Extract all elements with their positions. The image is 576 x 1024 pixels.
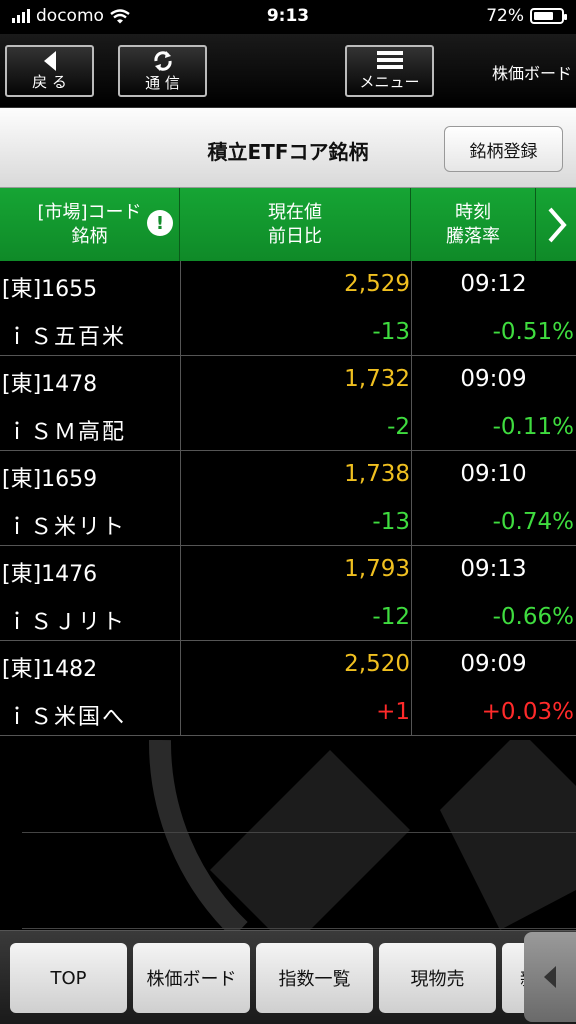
stock-change-rate: -0.74% xyxy=(492,509,574,535)
tab-index-list[interactable]: 指数一覧 xyxy=(256,943,373,1013)
tab-stock-board[interactable]: 株価ボード xyxy=(133,943,250,1013)
menu-button[interactable]: メニュー xyxy=(345,45,434,97)
stock-code: [東]1478 xyxy=(2,372,98,397)
bottom-toolbar: TOP 株価ボード 指数一覧 現物売 新 xyxy=(0,930,576,1024)
next-columns-button[interactable] xyxy=(537,188,576,261)
stock-name: ｉＳ米リト xyxy=(6,515,127,540)
table-row[interactable]: [東]1482 ｉＳ米国へ 2,520 +1 09:09 +0.03% xyxy=(0,641,576,736)
toolbar-toggle-button[interactable] xyxy=(524,932,576,1022)
top-nav: 戻 る 通 信 メニュー 株価ボード xyxy=(0,34,576,108)
back-button[interactable]: 戻 る xyxy=(5,45,94,97)
battery-icon xyxy=(530,8,567,24)
stock-name: ｉＳＪリト xyxy=(6,610,127,635)
refresh-icon xyxy=(153,50,172,71)
table-row[interactable]: [東]1655 ｉＳ五百米 2,529 -13 09:12 -0.51% xyxy=(0,261,576,356)
stock-price: 1,732 xyxy=(344,366,410,392)
column-code-label: [市場]コード xyxy=(37,201,142,223)
stock-time: 09:12 xyxy=(460,271,527,297)
column-price-label: 現在値 xyxy=(268,201,322,223)
stock-price: 1,793 xyxy=(344,556,410,582)
status-right: 72% xyxy=(486,6,567,26)
stock-price: 2,520 xyxy=(344,651,410,677)
back-arrow-icon xyxy=(43,50,56,71)
battery-percent: 72% xyxy=(486,6,524,26)
background-watermark xyxy=(0,740,576,930)
menu-label: メニュー xyxy=(359,72,420,91)
stock-name: ｉＳ米国へ xyxy=(6,705,127,730)
tab-top[interactable]: TOP xyxy=(10,943,127,1013)
stock-time: 09:09 xyxy=(460,366,527,392)
refresh-button[interactable]: 通 信 xyxy=(118,45,207,97)
stock-change-rate: -0.66% xyxy=(492,604,574,630)
chevron-left-icon xyxy=(544,966,556,988)
column-rate-label: 騰落率 xyxy=(446,225,500,247)
stock-change: +1 xyxy=(376,699,410,725)
stock-code: [東]1659 xyxy=(2,467,98,492)
stock-change-rate: -0.51% xyxy=(492,319,574,345)
stock-time: 09:10 xyxy=(460,461,527,487)
chevron-right-icon xyxy=(547,207,567,242)
stock-time: 09:09 xyxy=(460,651,527,677)
column-header: [市場]コード 銘柄 現在値 前日比 時刻 騰落率 xyxy=(0,188,576,261)
stock-code: [東]1476 xyxy=(2,562,98,587)
stock-change: -2 xyxy=(387,414,410,440)
stock-code: [東]1655 xyxy=(2,277,98,302)
column-change-label: 前日比 xyxy=(268,225,322,247)
stock-price: 2,529 xyxy=(344,271,410,297)
empty-row-divider xyxy=(22,928,576,929)
menu-icon xyxy=(376,50,403,69)
table-row[interactable]: [東]1476 ｉＳＪリト 1,793 -12 09:13 -0.66% xyxy=(0,546,576,641)
table-row[interactable]: [東]1659 ｉＳ米リト 1,738 -13 09:10 -0.74% xyxy=(0,451,576,546)
column-time-rate[interactable]: 時刻 騰落率 xyxy=(411,188,536,261)
refresh-label: 通 信 xyxy=(145,73,180,92)
column-time-label: 時刻 xyxy=(455,201,491,223)
status-bar: docomo 9:13 72% xyxy=(0,0,576,34)
empty-row-divider xyxy=(22,832,576,833)
tab-spot-sell[interactable]: 現物売 xyxy=(379,943,496,1013)
stock-change-rate: -0.11% xyxy=(492,414,574,440)
stock-change-rate: +0.03% xyxy=(481,699,574,725)
stock-code: [東]1482 xyxy=(2,657,98,682)
stock-name: ｉＳ五百米 xyxy=(6,325,127,350)
stock-price: 1,738 xyxy=(344,461,410,487)
screen-name: 株価ボード xyxy=(491,64,572,83)
stock-change: -13 xyxy=(372,319,410,345)
register-stock-button[interactable]: 銘柄登録 xyxy=(444,126,563,172)
stock-list: [東]1655 ｉＳ五百米 2,529 -13 09:12 -0.51% [東]… xyxy=(0,261,576,736)
column-name-label: 銘柄 xyxy=(71,225,108,247)
table-row[interactable]: [東]1478 ｉＳＭ高配 1,732 -2 09:09 -0.11% xyxy=(0,356,576,451)
back-label: 戻 る xyxy=(32,72,67,91)
alert-icon[interactable]: ! xyxy=(147,210,173,236)
column-price-change[interactable]: 現在値 前日比 xyxy=(180,188,411,261)
stock-change: -13 xyxy=(372,509,410,535)
stock-change: -12 xyxy=(372,604,410,630)
stock-name: ｉＳＭ高配 xyxy=(6,420,127,445)
stock-time: 09:13 xyxy=(460,556,527,582)
